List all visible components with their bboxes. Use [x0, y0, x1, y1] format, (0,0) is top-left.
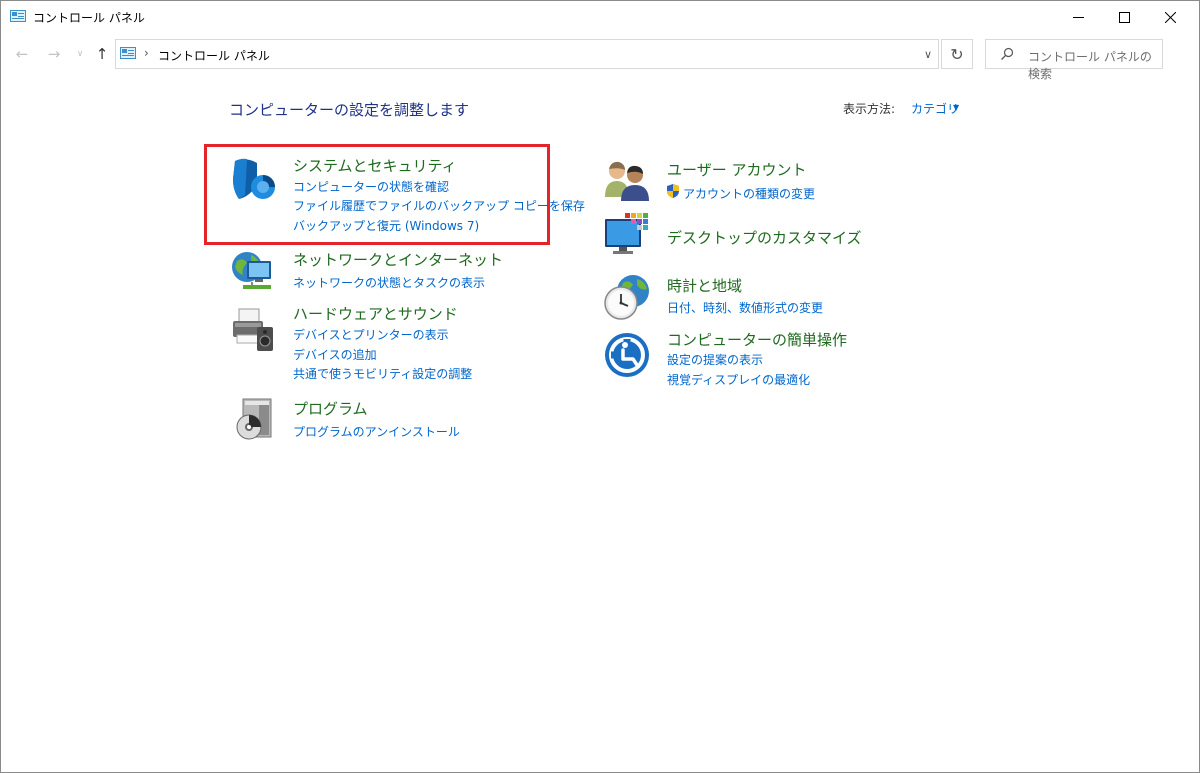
link-change-date-time-format[interactable]: 日付、時刻、数値形式の変更 — [667, 299, 823, 316]
search-box[interactable]: コントロール パネルの検索 — [985, 39, 1163, 81]
recent-locations-button[interactable]: ∨ — [69, 43, 91, 65]
link-devices-printers[interactable]: デバイスとプリンターの表示 — [293, 326, 449, 343]
clock-globe-icon — [604, 275, 649, 320]
users-icon — [605, 161, 649, 201]
shield-icon — [233, 158, 275, 199]
breadcrumb[interactable]: コントロール パネル — [158, 47, 270, 64]
address-dropdown-icon[interactable]: ∨ — [924, 48, 932, 61]
category-programs[interactable]: プログラム — [293, 398, 368, 419]
page-title: コンピューターの設定を調整します — [229, 101, 470, 119]
refresh-button[interactable]: ↻ — [941, 39, 973, 69]
link-mobility-settings[interactable]: 共通で使うモビリティ設定の調整 — [293, 365, 472, 382]
programs-disc-icon — [236, 398, 272, 440]
link-uninstall-program[interactable]: プログラムのアンインストール — [293, 423, 460, 440]
back-button[interactable]: ← — [11, 43, 33, 65]
arrow-right-icon: → — [47, 45, 61, 63]
view-by-dropdown[interactable]: カテゴリ — [911, 100, 959, 117]
link-optimize-visual-display[interactable]: 視覚ディスプレイの最適化 — [667, 371, 810, 388]
view-by-label: 表示方法: — [843, 102, 896, 116]
search-icon — [1001, 47, 1014, 60]
navigation-bar: ← → ∨ ↑ › コントロール パネル ∨ ↻ コントロール パネルの検索 — [1, 37, 1199, 81]
arrow-left-icon: ← — [15, 45, 29, 63]
forward-button[interactable]: → — [43, 43, 65, 65]
breadcrumb-separator-icon[interactable]: › — [144, 46, 149, 60]
link-change-account-type[interactable]: アカウントの種類の変更 — [683, 185, 815, 202]
desktop-customization-icon — [605, 213, 648, 254]
link-backup-restore[interactable]: バックアップと復元 (Windows 7) — [293, 217, 479, 234]
search-input[interactable]: コントロール パネルの検索 — [1028, 48, 1162, 82]
maximize-button[interactable] — [1101, 1, 1147, 33]
control-panel-icon — [10, 10, 26, 22]
control-panel-window: コントロール パネル ← → ∨ ↑ › コントロール パネル ∨ ↻ コントロ… — [0, 0, 1200, 773]
category-clock-region[interactable]: 時計と地域 — [667, 275, 742, 296]
maximize-icon — [1118, 11, 1130, 23]
link-network-status-tasks[interactable]: ネットワークの状態とタスクの表示 — [293, 274, 485, 291]
control-panel-icon — [120, 47, 136, 59]
close-icon — [1164, 11, 1176, 23]
minimize-icon — [1072, 16, 1084, 18]
category-network-internet[interactable]: ネットワークとインターネット — [293, 249, 503, 270]
link-check-computer-status[interactable]: コンピューターの状態を確認 — [293, 178, 449, 195]
category-user-accounts[interactable]: ユーザー アカウント — [667, 159, 806, 180]
link-add-device[interactable]: デバイスの追加 — [293, 346, 377, 363]
chevron-down-icon: ∨ — [76, 49, 84, 59]
minimize-button[interactable] — [1055, 1, 1101, 33]
dropdown-arrow-icon[interactable]: ▼ — [953, 103, 959, 112]
ease-of-access-icon — [605, 333, 649, 377]
category-ease-of-access[interactable]: コンピューターの簡単操作 — [667, 329, 847, 350]
refresh-icon: ↻ — [950, 44, 964, 64]
network-globe-icon — [232, 252, 271, 289]
title-bar[interactable]: コントロール パネル — [1, 1, 1199, 33]
arrow-up-icon: ↑ — [95, 45, 109, 63]
link-suggested-settings[interactable]: 設定の提案の表示 — [667, 351, 763, 368]
category-system-security[interactable]: システムとセキュリティ — [293, 155, 457, 176]
link-file-history-backup[interactable]: ファイル履歴でファイルのバックアップ コピーを保存 — [293, 197, 585, 214]
category-hardware-sound[interactable]: ハードウェアとサウンド — [293, 303, 458, 324]
uac-shield-icon — [667, 184, 679, 198]
close-button[interactable] — [1147, 1, 1193, 33]
address-bar[interactable]: › コントロール パネル ∨ — [115, 39, 939, 69]
up-button[interactable]: ↑ — [91, 43, 113, 65]
category-desktop-customization[interactable]: デスクトップのカスタマイズ — [667, 227, 862, 248]
window-title: コントロール パネル — [33, 11, 145, 25]
printer-speaker-icon — [233, 308, 273, 351]
